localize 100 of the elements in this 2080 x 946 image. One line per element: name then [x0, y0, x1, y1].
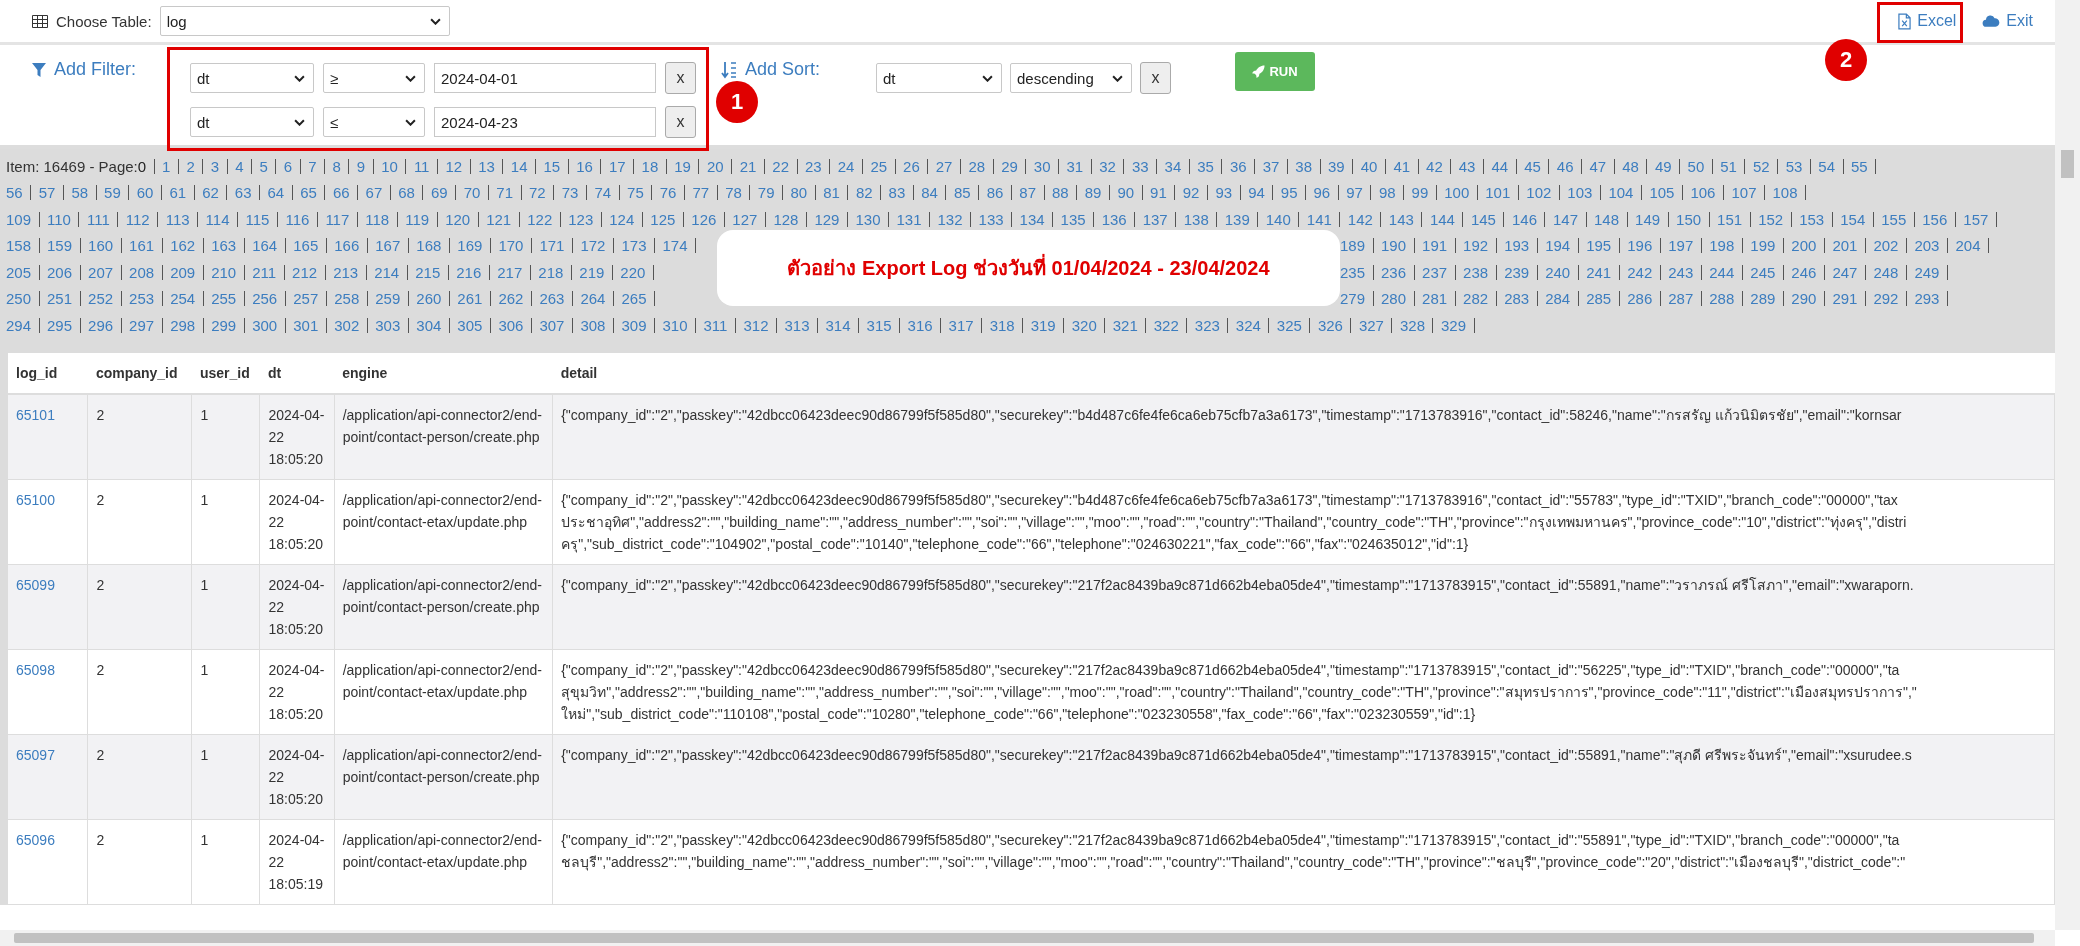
page-link[interactable]: 157	[1963, 210, 1989, 228]
page-link[interactable]: 92	[1182, 184, 1200, 202]
page-link[interactable]: 109	[6, 210, 32, 228]
page-link[interactable]: 125	[650, 210, 676, 228]
page-link[interactable]: 59	[104, 184, 121, 202]
remove-button[interactable]: x	[1140, 62, 1171, 94]
page-link[interactable]: 315	[866, 316, 892, 334]
run-button[interactable]: RUN	[1235, 52, 1315, 91]
page-link[interactable]: 243	[1668, 263, 1694, 281]
page-link[interactable]: 309	[621, 316, 647, 334]
page-link[interactable]: 122	[527, 210, 553, 228]
page-link[interactable]: 41	[1393, 157, 1411, 175]
page-link[interactable]: 50	[1687, 157, 1705, 175]
page-link[interactable]: 164	[252, 237, 278, 255]
page-link[interactable]: 135	[1060, 210, 1086, 228]
field-dropdown[interactable]: dt	[190, 63, 314, 93]
page-link[interactable]: 211	[252, 263, 277, 281]
page-link[interactable]: 97	[1346, 184, 1363, 202]
page-link[interactable]: 124	[609, 210, 635, 228]
page-link[interactable]: 171	[539, 237, 565, 255]
page-link[interactable]: 167	[375, 237, 401, 255]
page-link[interactable]: 304	[416, 316, 442, 334]
page-link[interactable]: 4	[235, 157, 244, 175]
page-link[interactable]: 71	[496, 184, 513, 202]
page-link[interactable]: 160	[88, 237, 114, 255]
page-link[interactable]: 292	[1873, 290, 1899, 308]
page-link[interactable]: 93	[1215, 184, 1233, 202]
page-link[interactable]: 17	[608, 157, 626, 175]
page-link[interactable]: 298	[170, 316, 196, 334]
page-link[interactable]: 264	[580, 290, 606, 308]
page-link[interactable]: 140	[1265, 210, 1291, 228]
page-link[interactable]: 63	[234, 184, 252, 202]
page-link[interactable]: 81	[823, 184, 840, 202]
page-link[interactable]: 5	[259, 157, 268, 175]
page-link[interactable]: 104	[1608, 184, 1634, 202]
field-dropdown[interactable]: dt	[190, 107, 314, 137]
log-id-link[interactable]: 65101	[16, 407, 55, 423]
page-link[interactable]: 218	[538, 263, 564, 281]
page-link[interactable]: 91	[1150, 184, 1167, 202]
page-link[interactable]: 196	[1627, 237, 1653, 255]
page-link[interactable]: 64	[267, 184, 285, 202]
page-link[interactable]: 9	[356, 157, 366, 175]
page-link[interactable]: 110	[47, 210, 71, 228]
page-link[interactable]: 289	[1750, 290, 1776, 308]
page-link[interactable]: 210	[211, 263, 237, 281]
page-link[interactable]: 194	[1545, 237, 1571, 255]
page-link[interactable]: 253	[129, 290, 155, 308]
page-link[interactable]: 260	[416, 290, 442, 308]
page-link[interactable]: 201	[1832, 237, 1858, 255]
page-link[interactable]: 162	[170, 237, 196, 255]
remove-button[interactable]: x	[665, 62, 696, 94]
page-link[interactable]: 46	[1556, 157, 1574, 175]
page-link[interactable]: 40	[1360, 157, 1378, 175]
page-link[interactable]: 195	[1586, 237, 1612, 255]
page-link[interactable]: 323	[1194, 316, 1220, 334]
page-link[interactable]: 286	[1627, 290, 1653, 308]
page-link[interactable]: 114	[205, 210, 230, 228]
page-link[interactable]: 53	[1785, 157, 1803, 175]
page-link[interactable]: 216	[456, 263, 482, 281]
page-link[interactable]: 146	[1511, 210, 1537, 228]
page-link[interactable]: 130	[855, 210, 881, 228]
page-link[interactable]: 56	[6, 184, 23, 202]
add-filter-link[interactable]: Add Filter:	[54, 59, 137, 80]
page-link[interactable]: 55	[1851, 157, 1868, 175]
page-link[interactable]: 116	[285, 210, 310, 228]
page-link[interactable]: 214	[374, 263, 400, 281]
page-link[interactable]: 12	[445, 157, 463, 175]
page-link[interactable]: 314	[825, 316, 851, 334]
page-link[interactable]: 172	[580, 237, 606, 255]
page-link[interactable]: 11	[413, 157, 430, 175]
page-link[interactable]: 82	[855, 184, 873, 202]
page-link[interactable]: 205	[6, 263, 32, 281]
page-link[interactable]: 313	[784, 316, 810, 334]
page-link[interactable]: 126	[691, 210, 717, 228]
page-link[interactable]: 18	[641, 157, 659, 175]
page-link[interactable]: 107	[1731, 184, 1757, 202]
page-link[interactable]: 136	[1101, 210, 1127, 228]
page-link[interactable]: 29	[1001, 157, 1018, 175]
page-link[interactable]: 45	[1524, 157, 1541, 175]
page-link[interactable]: 245	[1750, 263, 1776, 281]
excel-link[interactable]: Excel	[1898, 12, 1957, 30]
page-link[interactable]: 43	[1458, 157, 1476, 175]
log-id-link[interactable]: 65099	[16, 577, 55, 593]
page-link[interactable]: 173	[621, 237, 647, 255]
page-link[interactable]: 79	[757, 184, 775, 202]
page-link[interactable]: 163	[211, 237, 237, 255]
page-link[interactable]: 208	[129, 263, 155, 281]
page-link[interactable]: 316	[907, 316, 933, 334]
page-link[interactable]: 326	[1317, 316, 1343, 334]
page-link[interactable]: 51	[1720, 157, 1737, 175]
page-link[interactable]: 88	[1052, 184, 1069, 202]
page-link[interactable]: 134	[1019, 210, 1045, 228]
page-link[interactable]: 14	[510, 157, 528, 175]
page-link[interactable]: 288	[1709, 290, 1735, 308]
page-link[interactable]: 202	[1873, 237, 1899, 255]
page-link[interactable]: 86	[986, 184, 1004, 202]
value-field[interactable]: 2024-04-23	[434, 107, 656, 137]
page-link[interactable]: 96	[1313, 184, 1331, 202]
page-link[interactable]: 207	[88, 263, 114, 281]
page-link[interactable]: 154	[1840, 210, 1866, 228]
